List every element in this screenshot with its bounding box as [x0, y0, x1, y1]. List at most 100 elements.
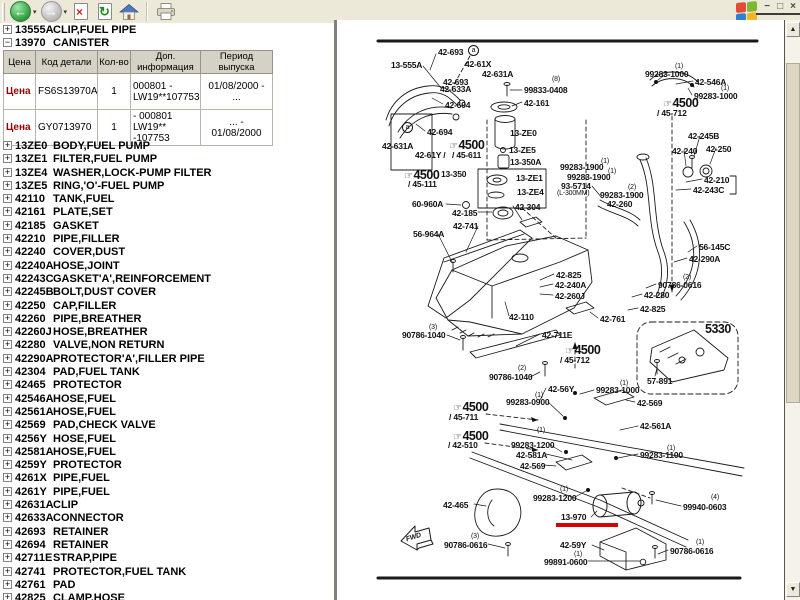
diagram-part-label[interactable]: 99283-1100: [640, 450, 683, 460]
diagram-part-label[interactable]: 99283-1900: [560, 162, 604, 172]
diagram-part-label[interactable]: 90786-0616: [444, 540, 488, 550]
diagram-part-label[interactable]: / 42-510: [448, 440, 478, 450]
list-item[interactable]: +42240 COVER,DUST: [0, 246, 334, 259]
diagram-part-label[interactable]: 99283-1200: [533, 493, 577, 503]
diagram-part-label[interactable]: 42-61X: [465, 59, 491, 69]
diagram-part-label[interactable]: a: [468, 45, 479, 56]
list-item[interactable]: +42631A CLIP: [0, 499, 334, 512]
diagram-part-label[interactable]: 56-964A: [413, 229, 444, 239]
list-item[interactable]: +42711E STRAP,PIPE: [0, 552, 334, 565]
vertical-scrollbar[interactable]: ▲ ▼: [784, 20, 800, 600]
minimize-button[interactable]: −: [764, 1, 770, 12]
diagram-part-label[interactable]: (8): [552, 76, 560, 84]
expand-icon[interactable]: +: [3, 154, 12, 164]
diagram-part-label[interactable]: 99283-1000: [645, 69, 689, 79]
print-button[interactable]: [153, 1, 179, 23]
diagram-part-label[interactable]: 60-960A: [412, 199, 443, 209]
diagram-part-label[interactable]: 99283-1000: [694, 91, 738, 101]
collapse-icon[interactable]: −: [3, 38, 12, 47]
list-item[interactable]: +42280 VALVE,NON RETURN: [0, 339, 334, 352]
list-item[interactable]: +42161 PLATE,SET: [0, 206, 334, 219]
diagram-part-label[interactable]: 42-561A: [640, 421, 671, 431]
diagram-part-label[interactable]: 13-350A: [510, 157, 541, 167]
expand-icon[interactable]: +: [3, 420, 12, 430]
list-item[interactable]: +42260J HOSE,BREATHER: [0, 326, 334, 339]
diagram-part-label[interactable]: 42-694: [445, 100, 470, 110]
diagram-part-label[interactable]: 42-59Y: [560, 540, 586, 550]
list-item[interactable]: +42250 CAP,FILLER: [0, 300, 334, 313]
list-item[interactable]: +42761 PAD: [0, 579, 334, 592]
list-item[interactable]: +42465 PROTECTOR: [0, 379, 334, 392]
list-item[interactable]: +42633A CONNECTOR: [0, 512, 334, 525]
expand-icon[interactable]: +: [3, 513, 12, 523]
diagram-part-label[interactable]: 99283-1200: [511, 440, 555, 450]
list-item[interactable]: +42693 RETAINER: [0, 526, 334, 539]
diagram-part-label[interactable]: (1): [537, 427, 545, 435]
expand-icon[interactable]: +: [3, 380, 12, 390]
diagram-part-label[interactable]: / 45-611: [452, 150, 481, 160]
diagram-part-label[interactable]: 42-280: [644, 290, 669, 300]
diagram-part-label-highlighted[interactable]: 13-970: [555, 512, 619, 528]
diagram-part-label[interactable]: 42-581A: [516, 450, 547, 460]
diagram-part-label[interactable]: 99283-0900: [506, 397, 550, 407]
diagram-part-label[interactable]: 42-633A: [440, 84, 471, 94]
diagram-part-label[interactable]: / 45-712: [657, 108, 687, 118]
diagram-part-label[interactable]: 42-761: [600, 314, 625, 324]
expand-icon[interactable]: +: [3, 194, 12, 204]
expand-icon[interactable]: +: [3, 273, 12, 283]
list-item[interactable]: +42825 CLAMP,HOSE: [0, 592, 334, 600]
diagram-part-label[interactable]: 13-ZE0: [510, 128, 537, 138]
expand-icon[interactable]: +: [3, 393, 12, 403]
expand-icon[interactable]: +: [3, 566, 12, 576]
diagram-part-label[interactable]: 90786-0616: [670, 546, 714, 556]
expand-icon[interactable]: +: [3, 486, 12, 496]
list-item[interactable]: +42290A PROTECTOR'A',FILLER PIPE: [0, 353, 334, 366]
expand-icon[interactable]: +: [3, 180, 12, 190]
list-item[interactable]: +4261Y PIPE,FUEL: [0, 486, 334, 499]
expand-icon[interactable]: +: [3, 327, 12, 337]
list-item[interactable]: +13ZE1 FILTER,FUEL PUMP: [0, 153, 334, 166]
tree-item-13970-selected[interactable]: − 13970 CANISTER: [0, 37, 334, 50]
list-item[interactable]: +42243C GASKET'A',REINFORCEMENT: [0, 273, 334, 286]
diagram-part-label[interactable]: (4): [711, 494, 719, 502]
list-item[interactable]: +42694 RETAINER: [0, 539, 334, 552]
diagram-part-label[interactable]: 42-61Y /: [415, 150, 446, 160]
expand-icon[interactable]: +: [3, 593, 12, 600]
expand-icon[interactable]: +: [3, 473, 12, 483]
diagram-part-label[interactable]: 42-631A: [382, 141, 413, 151]
diagram-part-label[interactable]: / 45-711: [449, 412, 478, 422]
diagram-part-label[interactable]: 13-ZE1: [516, 173, 543, 183]
expand-icon[interactable]: +: [3, 460, 12, 470]
diagram-part-label[interactable]: a: [402, 122, 413, 133]
diagram-part-label[interactable]: 42-56Y: [548, 384, 574, 394]
diagram-part-label[interactable]: 13-ZE4: [517, 187, 544, 197]
restore-button[interactable]: □: [777, 1, 783, 12]
diagram-part-label[interactable]: 56-145C: [699, 242, 730, 252]
stop-button[interactable]: ×: [69, 1, 93, 23]
expand-icon[interactable]: +: [3, 353, 12, 363]
diagram-part-label[interactable]: 42-569: [520, 461, 545, 471]
diagram-part-label[interactable]: 90786-0616: [658, 280, 702, 290]
expand-icon[interactable]: +: [3, 247, 12, 257]
toolbar-grip[interactable]: [2, 2, 5, 21]
expand-icon[interactable]: +: [3, 260, 12, 270]
expand-icon[interactable]: +: [3, 406, 12, 416]
list-item[interactable]: +42185 GASKET: [0, 220, 334, 233]
expand-icon[interactable]: +: [3, 579, 12, 589]
expand-icon[interactable]: +: [3, 141, 12, 150]
diagram-part-label[interactable]: 42-825: [556, 270, 581, 280]
diagram-part-label[interactable]: 42-693: [438, 47, 463, 57]
diagram-part-label[interactable]: 5330: [705, 322, 731, 337]
diagram-part-label[interactable]: 42-694: [427, 127, 452, 137]
expand-icon[interactable]: +: [3, 287, 12, 297]
list-item[interactable]: +42569 PAD,CHECK VALVE: [0, 419, 334, 432]
refresh-button[interactable]: ↻: [93, 1, 117, 23]
diagram-part-label[interactable]: 42-569: [637, 398, 662, 408]
tree-item-13555A[interactable]: + 13555A CLIP,FUEL PIPE: [0, 24, 334, 37]
diagram-part-label[interactable]: 42-304: [515, 202, 540, 212]
expand-icon[interactable]: +: [3, 313, 12, 323]
expand-icon[interactable]: +: [3, 300, 12, 310]
list-item[interactable]: +42240A HOSE,JOINT: [0, 260, 334, 273]
diagram-part-label[interactable]: 99833-0408: [524, 85, 568, 95]
list-item[interactable]: +42110 TANK,FUEL: [0, 193, 334, 206]
